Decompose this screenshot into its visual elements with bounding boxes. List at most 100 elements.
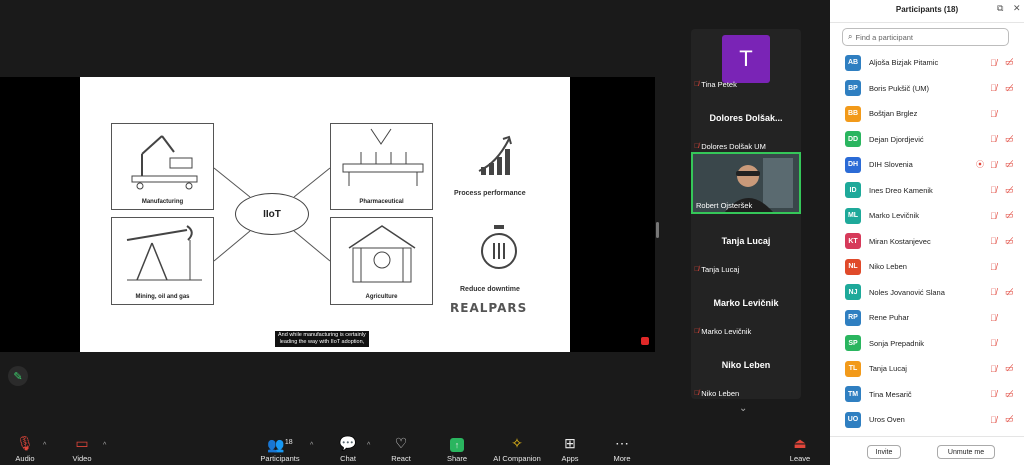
participants-options-chevron-icon[interactable]: ^: [310, 442, 313, 449]
agriculture-box: Agriculture: [330, 217, 433, 305]
participant-tile[interactable]: Niko Leben 🎙̸ Niko Leben: [691, 338, 801, 399]
gallery-scroll-down-icon[interactable]: ⌄: [739, 403, 747, 414]
video-label: Video: [72, 454, 92, 463]
avatar: TM: [845, 386, 861, 402]
participant-row[interactable]: TL Tanja Lucaj 🎙̸ ▭̸: [830, 356, 1024, 381]
tile-label-name: Marko Levičnik: [701, 327, 752, 336]
avatar: RP: [845, 309, 861, 326]
participant-row[interactable]: BP Boris Pukšič (UM) 🎙̸ ▭̸: [830, 76, 1024, 101]
chat-button[interactable]: 💬 Chat: [323, 434, 373, 463]
subtitle-caption: And while manufacturing is certainly lea…: [275, 331, 369, 347]
participants-label: Participants: [260, 454, 300, 463]
participant-row[interactable]: DD Dejan Djordjević 🎙̸ ▭̸: [830, 127, 1024, 152]
mic-muted-icon: 🎙̸: [694, 328, 700, 335]
avatar: DD: [845, 131, 861, 147]
sparkle-icon: ✧: [511, 435, 523, 451]
participant-row[interactable]: DH DIH Slovenia ⦿ 🎙̸ ▭̸: [830, 152, 1024, 177]
mic-muted-icon[interactable]: 🎙̸: [990, 364, 997, 374]
participant-tile[interactable]: Tanja Lucaj 🎙̸ Tanja Lucaj: [691, 214, 801, 276]
camera-off-icon[interactable]: ▭̸: [1005, 389, 1014, 400]
participant-row[interactable]: NJ Noles Jovanović Slana 🎙̸ ▭̸: [830, 280, 1024, 305]
react-button[interactable]: ♡ React: [376, 434, 426, 463]
search-input[interactable]: [855, 32, 1001, 42]
camera-off-icon[interactable]: ▭̸: [1005, 414, 1014, 425]
mic-muted-icon[interactable]: 🎙̸: [990, 415, 997, 425]
camera-off-icon[interactable]: ▭̸: [1005, 57, 1014, 68]
audio-options-chevron-icon[interactable]: ^: [43, 442, 46, 449]
video-button[interactable]: ▭ Video: [57, 434, 107, 463]
mic-muted-icon[interactable]: 🎙̸: [990, 287, 997, 297]
participant-row[interactable]: BB Boštjan Brglez 🎙̸: [830, 101, 1024, 126]
participant-row[interactable]: UO Uros Oven 🎙̸ ▭̸: [830, 407, 1024, 432]
leave-button[interactable]: ⏏ Leave: [775, 434, 825, 463]
avatar: SP: [845, 335, 861, 351]
mic-muted-icon: 🎙̸: [694, 81, 700, 88]
camera-off-icon[interactable]: ▭̸: [1005, 83, 1014, 94]
invite-button[interactable]: Invite: [867, 445, 901, 459]
popout-icon[interactable]: ⧉: [997, 3, 1003, 14]
participant-tile[interactable]: Marko Levičnik 🎙̸ Marko Levičnik: [691, 276, 801, 338]
more-button[interactable]: ⋯ More: [597, 434, 647, 463]
tile-label-name: Tina Petek: [701, 80, 737, 89]
screen-share: Manufacturing Pharmaceutical Mining, oil…: [0, 77, 655, 352]
view-splitter-handle[interactable]: [656, 222, 659, 238]
close-icon[interactable]: ✕: [1013, 3, 1021, 14]
camera-off-icon[interactable]: ▭̸: [1005, 363, 1014, 374]
tile-label-name: Tanja Lucaj: [701, 265, 740, 274]
caption-line-2: leading the way with IIoT adoption,: [279, 339, 365, 345]
participant-row[interactable]: TM Tina Mesarič 🎙̸ ▭̸: [830, 382, 1024, 407]
mic-muted-icon[interactable]: 🎙̸: [990, 83, 997, 93]
participant-row[interactable]: ML Marko Levičnik 🎙̸ ▭̸: [830, 203, 1024, 228]
camera-off-icon[interactable]: ▭̸: [1005, 210, 1014, 221]
barn-icon: [348, 225, 416, 283]
unmute-me-button[interactable]: Unmute me: [937, 445, 995, 459]
participant-tile[interactable]: Dolores Dolšak... 🎙̸ Dolores Dolšak UM: [691, 91, 801, 153]
participants-button[interactable]: 👥18 Participants: [255, 434, 305, 463]
mic-muted-icon[interactable]: 🎙̸: [990, 185, 997, 195]
camera-off-icon[interactable]: ▭̸: [1005, 287, 1014, 298]
avatar: AB: [845, 54, 861, 71]
camera-off-icon[interactable]: ▭̸: [1005, 185, 1014, 196]
share-button[interactable]: ↑ Share: [432, 434, 482, 463]
mic-muted-icon[interactable]: 🎙̸: [990, 58, 997, 68]
video-options-chevron-icon[interactable]: ^: [103, 442, 106, 449]
audio-label: Audio: [15, 454, 35, 463]
participant-row[interactable]: SP Sonja Prepadnik 🎙̸: [830, 331, 1024, 356]
camera-off-icon[interactable]: ▭̸: [1005, 134, 1014, 145]
participant-row[interactable]: AB Aljoša Bizjak Pitamic 🎙̸ ▭̸: [830, 50, 1024, 75]
robot-arm-icon: [131, 135, 198, 190]
mic-muted-icon[interactable]: 🎙̸: [990, 134, 997, 144]
mic-muted-icon[interactable]: 🎙̸: [990, 262, 997, 272]
chat-label: Chat: [340, 454, 356, 463]
pharmaceutical-label: Pharmaceutical: [359, 199, 404, 205]
mic-muted-icon[interactable]: 🎙̸: [990, 236, 997, 246]
tile-label: 🎙̸ Tina Petek: [694, 80, 737, 89]
ai-companion-button[interactable]: ✧ AI Companion: [488, 434, 546, 463]
participant-video-tile[interactable]: Robert Ojsteršek: [691, 152, 801, 214]
recording-icon: ⦿: [976, 160, 984, 169]
participant-row[interactable]: ID Ines Dreo Kamenik 🎙̸ ▭̸: [830, 178, 1024, 203]
avatar: BB: [845, 105, 861, 122]
camera-off-icon[interactable]: ▭̸: [1005, 159, 1014, 170]
mic-muted-icon[interactable]: 🎙̸: [990, 211, 997, 221]
annotate-pen-icon[interactable]: ✎: [8, 366, 28, 386]
recording-indicator[interactable]: [641, 337, 649, 345]
divider: [830, 22, 1024, 23]
participant-row[interactable]: KT Miran Kostanjevec 🎙̸ ▭̸: [830, 229, 1024, 254]
tile-label: 🎙̸ Niko Leben: [694, 389, 739, 398]
chat-options-chevron-icon[interactable]: ^: [367, 442, 370, 449]
participant-row[interactable]: NL Niko Leben 🎙̸: [830, 254, 1024, 279]
avatar: NL: [845, 258, 861, 275]
camera-off-icon[interactable]: ▭̸: [1005, 236, 1014, 247]
mic-muted-icon[interactable]: 🎙̸: [990, 313, 997, 323]
avatar: UO: [845, 411, 861, 428]
mic-muted-icon[interactable]: 🎙̸: [990, 338, 997, 348]
mic-muted-icon[interactable]: 🎙̸: [990, 389, 997, 399]
participant-search[interactable]: ⌕: [842, 28, 1009, 46]
mic-muted-icon[interactable]: 🎙̸: [990, 109, 997, 119]
participant-row[interactable]: RP Rene Puhar 🎙̸: [830, 305, 1024, 330]
apps-button[interactable]: ⊞ Apps: [545, 434, 595, 463]
participant-tile[interactable]: T 🎙̸ Tina Petek: [691, 29, 801, 91]
mic-muted-icon[interactable]: 🎙̸: [990, 160, 997, 170]
gallery-strip: T 🎙̸ Tina Petek Dolores Dolšak... 🎙̸ Dolor…: [691, 29, 801, 399]
